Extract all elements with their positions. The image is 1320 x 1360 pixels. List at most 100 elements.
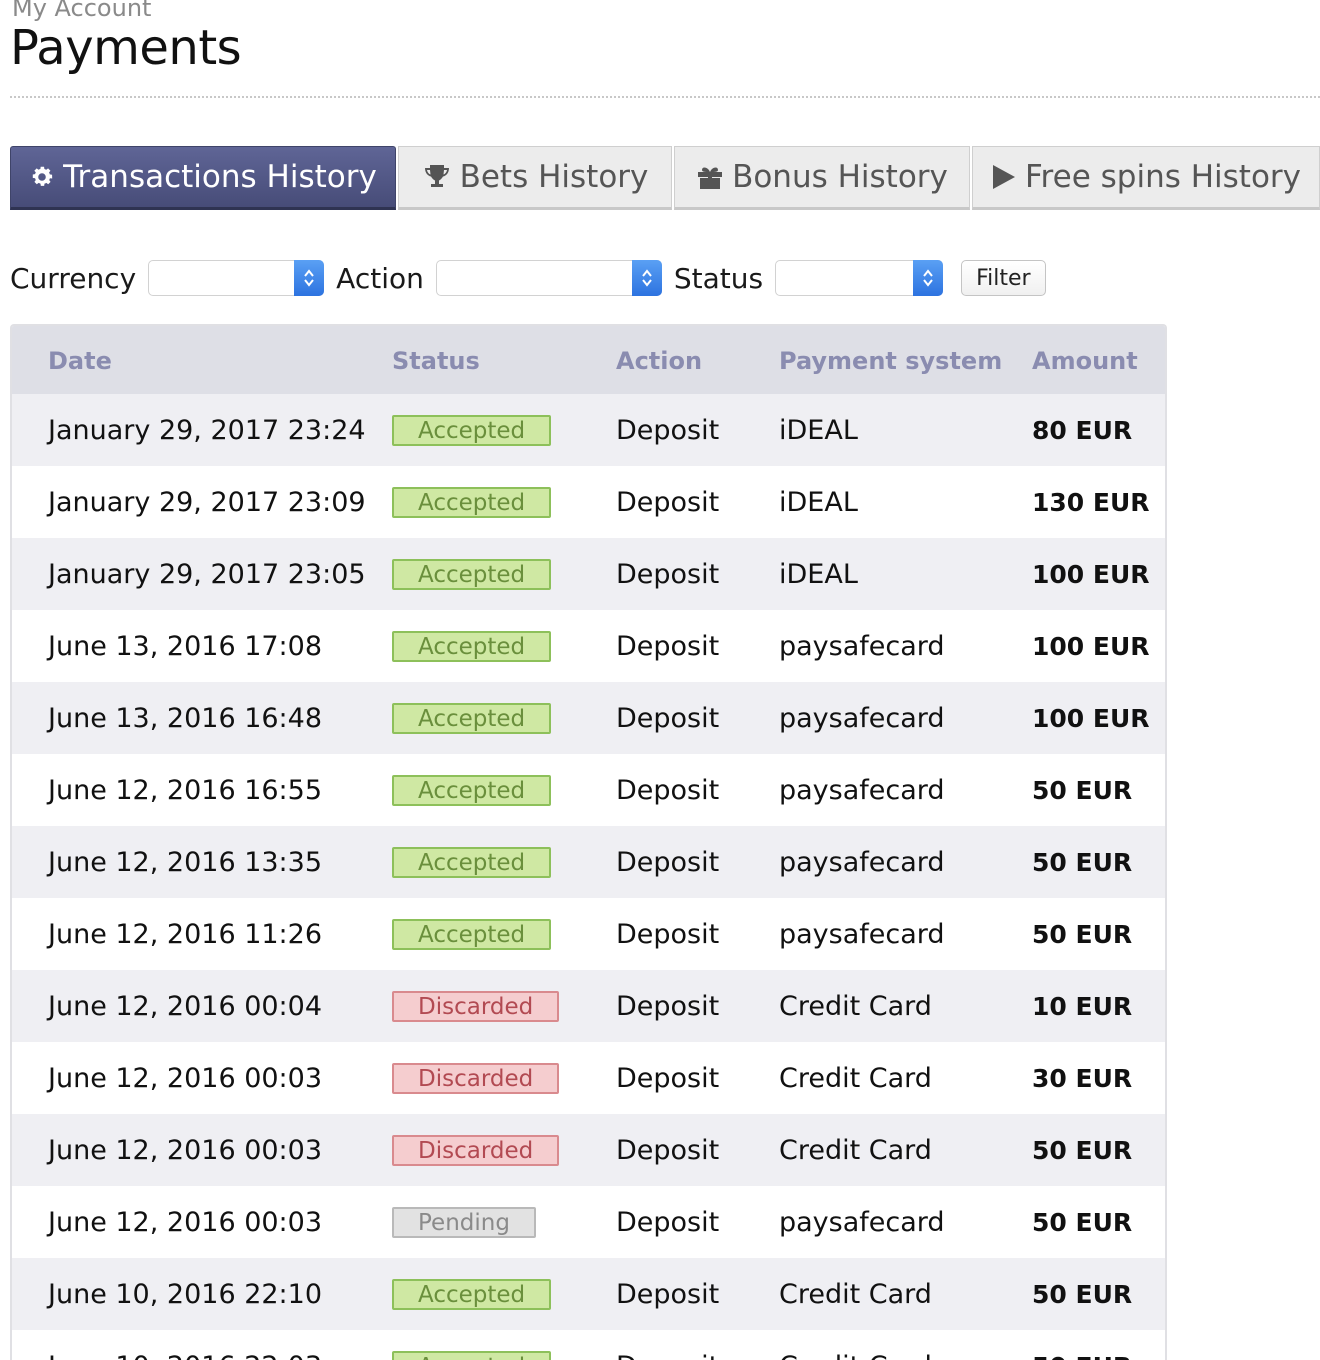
select-arrows-icon (294, 260, 325, 296)
table-row: June 12, 2016 11:26 Accepted Deposit paysaf… (12, 898, 1165, 970)
amount-cell: 100 EUR (1032, 559, 1150, 589)
status-badge: Accepted (392, 1351, 552, 1360)
status-badge: Accepted (392, 703, 552, 734)
table-row: January 29, 2017 23:09 Accepted Deposit iDE… (12, 466, 1165, 538)
column-header-action[interactable]: Action (616, 326, 779, 394)
date-cell: January 29, 2017 23:09 (48, 486, 366, 518)
amount-cell: 50 EUR (1032, 1279, 1133, 1309)
amount-cell: 50 EUR (1032, 1330, 1165, 1360)
amount-cell: 50 EUR (1032, 775, 1133, 805)
amount-cell: 50 EUR (1032, 847, 1133, 877)
select-arrows-icon (631, 260, 662, 296)
status-badge: Accepted (392, 1279, 552, 1310)
status-cell: Accepted (390, 1330, 616, 1360)
currency-label: Currency (10, 261, 137, 295)
action-cell: Deposit (616, 846, 720, 878)
tab-label: Transactions History (63, 159, 377, 195)
tab-label: Bonus History (732, 159, 948, 195)
action-cell: Deposit (616, 630, 720, 662)
payment-system-cell: paysafecard (779, 630, 945, 662)
action-cell: Deposit (616, 1330, 779, 1360)
date-cell: June 12, 2016 00:03 (48, 1062, 323, 1094)
status-cell: Discarded (390, 970, 616, 1042)
table-row: June 10, 2016 22:10 Accepted Deposit Credit… (12, 1258, 1165, 1330)
status-badge: Accepted (392, 775, 552, 806)
status-badge: Discarded (392, 991, 560, 1022)
status-badge: Accepted (392, 415, 552, 446)
action-cell: Deposit (616, 414, 720, 446)
status-cell: Accepted (390, 394, 616, 466)
status-cell: Accepted (390, 826, 616, 898)
amount-cell: 100 EUR (1032, 703, 1150, 733)
table-row: June 12, 2016 16:55 Accepted Deposit paysaf… (12, 754, 1165, 826)
date-cell: June 10, 2016 22:03 (12, 1330, 390, 1360)
tab-label: Bets History (459, 159, 649, 195)
tab-bets-history[interactable]: Bets History (398, 146, 672, 210)
action-cell: Deposit (616, 486, 720, 518)
date-cell: June 12, 2016 16:55 (48, 774, 323, 806)
date-cell: June 12, 2016 00:03 (48, 1206, 323, 1238)
date-cell: January 29, 2017 23:05 (48, 558, 366, 590)
date-cell: June 13, 2016 16:48 (48, 702, 323, 734)
status-badge: Pending (392, 1207, 536, 1238)
table-row: June 13, 2016 17:08 Accepted Deposit paysaf… (12, 610, 1165, 682)
status-cell: Accepted (390, 1258, 616, 1330)
amount-cell: 30 EUR (1032, 1063, 1133, 1093)
status-cell: Accepted (390, 898, 616, 970)
status-badge: Discarded (392, 1135, 560, 1166)
payment-system-cell: paysafecard (779, 702, 945, 734)
action-cell: Deposit (616, 702, 720, 734)
date-cell: June 12, 2016 13:35 (48, 846, 323, 878)
payment-system-cell: Credit Card (779, 1134, 932, 1166)
filter-button[interactable]: Filter (961, 260, 1046, 296)
payment-system-cell: Credit Card (779, 1330, 1032, 1360)
amount-cell: 10 EUR (1032, 991, 1133, 1021)
date-cell: June 12, 2016 00:03 (48, 1134, 323, 1166)
payment-system-cell: paysafecard (779, 918, 945, 950)
gear-icon (29, 164, 55, 190)
tab-bonus-history[interactable]: Bonus History (674, 146, 970, 210)
status-cell: Discarded (390, 1042, 616, 1114)
column-header-date[interactable]: Date (12, 326, 390, 394)
amount-cell: 130 EUR (1032, 487, 1150, 517)
transactions-table: Date Status Action Payment system Amount… (10, 324, 1167, 1360)
payment-system-cell: iDEAL (779, 414, 858, 446)
table-row: June 10, 2016 22:03Accepted DepositCredit… (12, 1330, 1165, 1360)
status-badge: Accepted (392, 631, 552, 662)
action-label: Action (336, 261, 424, 295)
table-row: June 12, 2016 00:04 Discarded Deposit Credi… (12, 970, 1165, 1042)
payment-system-cell: iDEAL (779, 558, 858, 590)
amount-cell: 50 EUR (1032, 919, 1133, 949)
action-select[interactable] (435, 260, 662, 296)
status-select[interactable] (775, 260, 944, 296)
history-tabs: Transactions History Bets History Bonus … (10, 146, 1320, 210)
column-header-amount[interactable]: Amount (1032, 326, 1165, 394)
column-header-status[interactable]: Status (390, 326, 616, 394)
status-cell: Accepted (390, 610, 616, 682)
column-header-payment-system[interactable]: Payment system (779, 326, 1032, 394)
table-row: June 12, 2016 00:03 Discarded Deposit Credi… (12, 1042, 1165, 1114)
tab-label: Free spins History (1024, 159, 1302, 195)
action-cell: Deposit (616, 558, 720, 590)
table-row: June 12, 2016 00:03 Pending Deposit paysafe… (12, 1186, 1165, 1258)
status-badge: Accepted (392, 559, 552, 590)
payment-system-cell: paysafecard (779, 1206, 945, 1238)
payment-system-cell: Credit Card (779, 1062, 932, 1094)
breadcrumb: My Account (12, 0, 152, 22)
payment-system-cell: paysafecard (779, 774, 945, 806)
status-cell: Pending (390, 1186, 616, 1258)
amount-cell: 50 EUR (1032, 1207, 1133, 1237)
status-cell: Accepted (390, 682, 616, 754)
date-cell: June 12, 2016 00:04 (48, 990, 323, 1022)
currency-select[interactable] (148, 260, 325, 296)
date-cell: January 29, 2017 23:24 (48, 414, 366, 446)
amount-cell: 80 EUR (1032, 415, 1133, 445)
date-cell: June 13, 2016 17:08 (48, 630, 323, 662)
status-cell: Accepted (390, 538, 616, 610)
payment-system-cell: Credit Card (779, 990, 932, 1022)
status-cell: Discarded (390, 1114, 616, 1186)
tab-transactions-history[interactable]: Transactions History (10, 146, 396, 210)
action-cell: Deposit (616, 918, 720, 950)
tab-free-spins-history[interactable]: Free spins History (972, 146, 1320, 210)
table-row: June 12, 2016 13:35 Accepted Deposit paysaf… (12, 826, 1165, 898)
